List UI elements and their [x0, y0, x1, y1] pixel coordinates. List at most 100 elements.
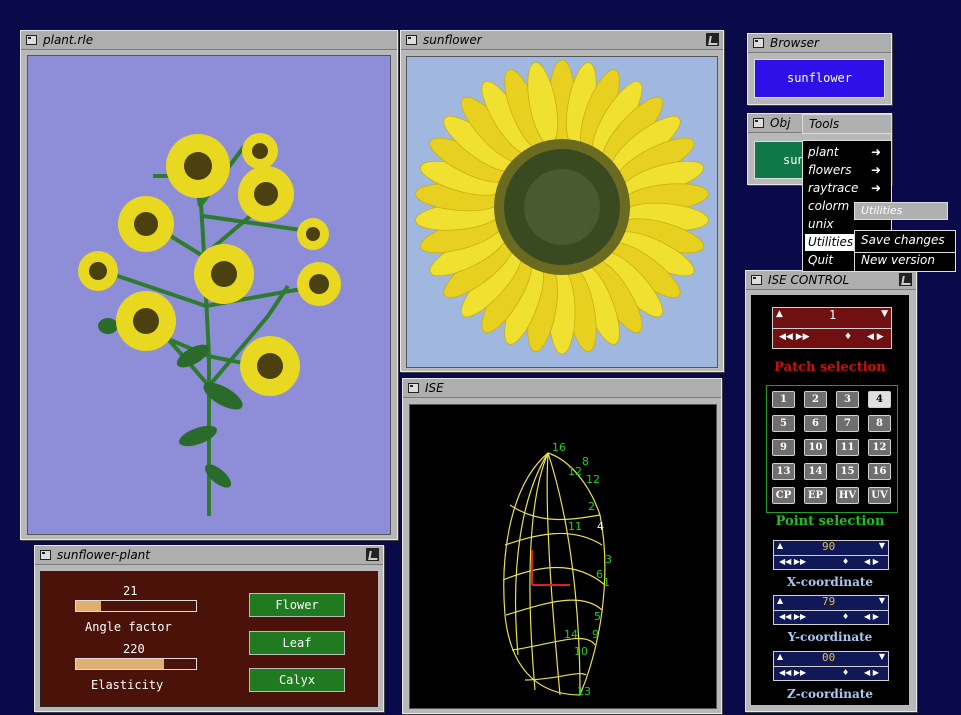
patch-button-13[interactable]: 13	[772, 463, 795, 480]
tools-menu-header[interactable]: Tools	[802, 114, 892, 134]
mode-button-cp[interactable]: CP	[772, 487, 795, 504]
elasticity-slider[interactable]	[75, 658, 197, 670]
point-selection-label: Point selection	[775, 514, 885, 529]
mode-button-uv[interactable]: UV	[868, 487, 891, 504]
menu-item-utilities[interactable]: Utilities	[805, 234, 861, 251]
spin-up-icon[interactable]: ▲	[777, 541, 783, 550]
plant-window: plant.rle	[20, 30, 398, 540]
patch-button-4[interactable]: 4	[868, 391, 891, 408]
step-icon[interactable]: ◀ ▶	[867, 332, 884, 342]
ise-titlebar[interactable]: ISE	[403, 379, 721, 398]
window-menu-icon[interactable]	[753, 118, 764, 128]
patch-button-1[interactable]: 1	[772, 391, 795, 408]
patch-button-11[interactable]: 11	[836, 439, 859, 456]
ise-viewport[interactable]: 16 8 12 12 2 11 4 3 6 1 5 14 9 10 13	[409, 404, 717, 709]
patch-spinner[interactable]: ▲ 1 ▼ ◀◀ ▶▶ ♦ ◀ ▶	[772, 307, 892, 349]
angle-factor-value: 21	[123, 584, 138, 598]
ise-point-label: 6	[596, 568, 603, 581]
center-icon[interactable]: ♦	[842, 612, 849, 621]
flower-button[interactable]: Flower	[249, 593, 345, 617]
leaf-button[interactable]: Leaf	[249, 631, 345, 655]
step-icon[interactable]: ◀ ▶	[864, 612, 879, 621]
step-icon[interactable]: ◀ ▶	[864, 668, 879, 677]
sunflower-render	[415, 59, 709, 355]
browser-window-title: Browser	[770, 36, 819, 50]
patch-button-10[interactable]: 10	[804, 439, 827, 456]
window-menu-icon[interactable]	[408, 383, 419, 393]
fast-step-icon[interactable]: ◀◀ ▶▶	[779, 612, 806, 621]
center-icon[interactable]: ♦	[842, 557, 849, 566]
patch-button-12[interactable]: 12	[868, 439, 891, 456]
window-menu-icon[interactable]	[26, 35, 37, 45]
petal-patch-mesh: 16 8 12 12 2 11 4 3 6 1 5 14 9 10 13	[502, 441, 612, 698]
window-menu-icon[interactable]	[753, 38, 764, 48]
window-menu-icon[interactable]	[40, 550, 51, 560]
mode-button-hv[interactable]: HV	[836, 487, 859, 504]
patch-button-3[interactable]: 3	[836, 391, 859, 408]
y-coordinate-spinner[interactable]: ▲ 79 ▼ ◀◀ ▶▶ ♦ ◀ ▶	[773, 595, 889, 625]
window-menu-icon[interactable]	[406, 35, 417, 45]
browser-sunflower-button[interactable]: sunflower	[754, 59, 885, 98]
browser-titlebar[interactable]: Browser	[748, 34, 891, 53]
menu-item-flowers[interactable]: flowers ➜	[808, 163, 886, 177]
submenu-arrow-icon: ➜	[870, 145, 881, 159]
tools-menu-title: Tools	[809, 117, 840, 131]
z-coordinate-spinner[interactable]: ▲ 00 ▼ ◀◀ ▶▶ ♦ ◀ ▶	[773, 651, 889, 681]
patch-value: 1	[829, 308, 837, 322]
ise-point-label: 1	[603, 576, 610, 589]
plant-viewport[interactable]	[27, 55, 391, 535]
ise-point-label: 16	[552, 441, 566, 454]
spin-up-icon[interactable]: ▲	[777, 652, 783, 661]
utilities-menu-header[interactable]: Utilities	[854, 202, 948, 220]
mode-button-ep[interactable]: EP	[804, 487, 827, 504]
calyx-button[interactable]: Calyx	[249, 668, 345, 692]
plant-titlebar[interactable]: plant.rle	[21, 31, 397, 50]
fast-step-icon[interactable]: ◀◀ ▶▶	[779, 557, 806, 566]
maximize-icon[interactable]	[899, 273, 912, 286]
sunflower-plant-panel: 21 Angle factor 220 Elasticity Flower Le…	[40, 571, 378, 707]
spin-up-icon[interactable]: ▲	[776, 309, 783, 319]
z-coordinate-label: Z-coordinate	[786, 687, 873, 701]
patch-button-6[interactable]: 6	[804, 415, 827, 432]
maximize-icon[interactable]	[366, 548, 379, 561]
angle-factor-slider[interactable]	[75, 600, 197, 612]
menu-item-plant[interactable]: plant ➜	[808, 145, 886, 159]
center-icon[interactable]: ♦	[844, 332, 852, 342]
patch-button-5[interactable]: 5	[772, 415, 795, 432]
sunflower-viewport[interactable]	[406, 56, 718, 368]
spin-down-icon[interactable]: ▼	[879, 652, 885, 661]
patch-button-8[interactable]: 8	[868, 415, 891, 432]
menu-item-label: Save changes	[861, 233, 945, 247]
spin-down-icon[interactable]: ▼	[881, 309, 888, 319]
sunflower-titlebar[interactable]: sunflower	[401, 31, 723, 50]
spin-down-icon[interactable]: ▼	[879, 541, 885, 550]
fast-step-icon[interactable]: ◀◀ ▶▶	[779, 668, 806, 677]
menu-item-label: colorm	[808, 199, 850, 213]
elasticity-fill	[76, 659, 164, 669]
patch-button-15[interactable]: 15	[836, 463, 859, 480]
menu-item-colormap[interactable]: colorm	[808, 199, 849, 213]
menu-item-new-version[interactable]: New version	[855, 252, 955, 270]
menu-item-raytrace[interactable]: raytrace ➜	[808, 181, 886, 195]
menu-item-quit[interactable]: Quit	[808, 253, 833, 267]
window-menu-icon[interactable]	[751, 275, 762, 285]
center-icon[interactable]: ♦	[842, 668, 849, 677]
patch-button-14[interactable]: 14	[804, 463, 827, 480]
utilities-menu-title: Utilities	[861, 204, 903, 217]
maximize-icon[interactable]	[706, 33, 719, 46]
sunflower-plant-titlebar[interactable]: sunflower-plant	[35, 546, 383, 565]
fast-step-icon[interactable]: ◀◀ ▶▶	[779, 332, 810, 342]
patch-button-9[interactable]: 9	[772, 439, 795, 456]
ise-control-titlebar[interactable]: ISE CONTROL	[746, 271, 916, 290]
x-coordinate-label: X-coordinate	[786, 575, 874, 589]
x-coordinate-spinner[interactable]: ▲ 90 ▼ ◀◀ ▶▶ ♦ ◀ ▶	[773, 540, 889, 570]
menu-item-save-changes[interactable]: Save changes	[855, 233, 955, 250]
patch-button-2[interactable]: 2	[804, 391, 827, 408]
patch-button-16[interactable]: 16	[868, 463, 891, 480]
menu-item-unix[interactable]: unix	[808, 217, 834, 231]
spin-up-icon[interactable]: ▲	[777, 596, 783, 605]
step-icon[interactable]: ◀ ▶	[864, 557, 879, 566]
spin-down-icon[interactable]: ▼	[879, 596, 885, 605]
sunflower-window: sunflower	[400, 30, 724, 372]
patch-button-7[interactable]: 7	[836, 415, 859, 432]
